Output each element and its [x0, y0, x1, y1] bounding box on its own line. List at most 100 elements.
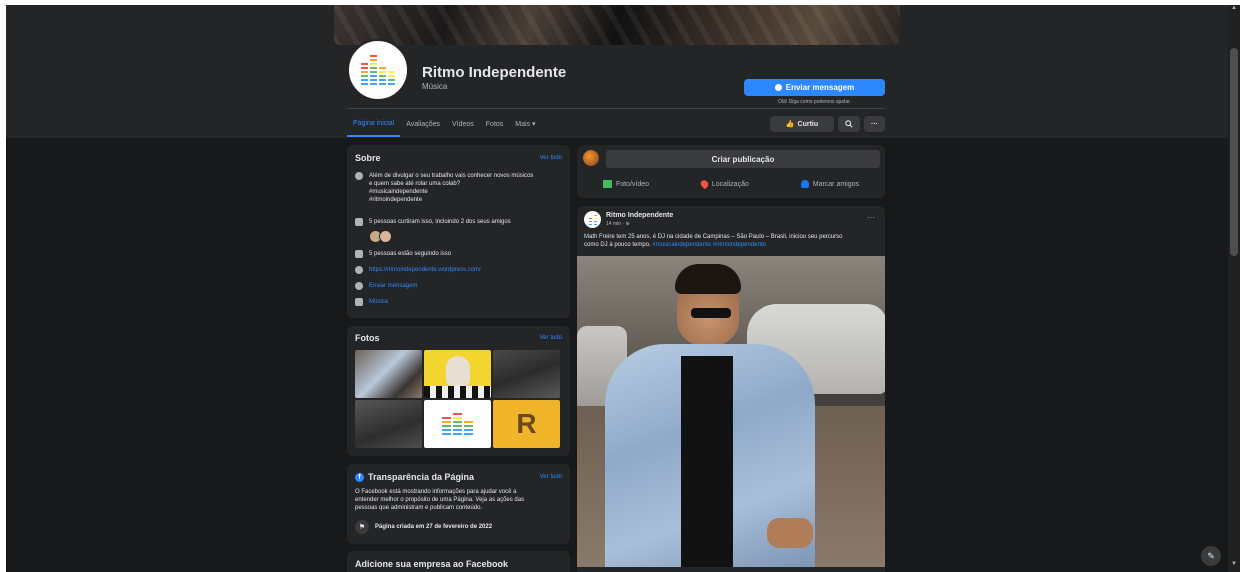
messenger-icon — [774, 84, 782, 91]
messenger-icon — [355, 282, 363, 290]
post-options-button[interactable]: ··· — [867, 213, 875, 222]
about-message-row: Enviar mensagem — [355, 282, 417, 290]
about-send-message-link[interactable]: Enviar mensagem — [369, 282, 417, 290]
equalizer-logo-icon — [588, 214, 597, 225]
transparency-text: O Facebook está mostrando informações pa… — [355, 488, 524, 512]
transparency-text-line: O Facebook está mostrando informações pa… — [355, 489, 517, 495]
globe-icon — [355, 266, 363, 274]
followers-icon — [355, 250, 363, 258]
photo-video-button[interactable]: Foto/vídeo — [602, 180, 649, 188]
equalizer-logo-icon — [361, 55, 395, 85]
transparency-title: Transparência da Página — [368, 472, 475, 482]
add-business-title: Adicione sua empresa ao Facebook — [355, 559, 509, 569]
transparency-header: f Transparência da Página — [355, 472, 474, 482]
post-text: Math Freire tem 25 anos, é DJ na cidade … — [584, 233, 880, 249]
post-timestamp[interactable]: 14 min · ⊕ — [606, 221, 630, 227]
post-author-name[interactable]: Ritmo Independente — [606, 212, 673, 219]
about-category-row: Música — [355, 298, 388, 306]
search-icon — [845, 120, 853, 128]
about-title: Sobre — [355, 153, 381, 163]
post-hashtags[interactable]: #musicaindependente #ritmoindependente — [652, 242, 765, 248]
edit-icon: ✎ — [1207, 550, 1215, 561]
about-description-line: #musicaindependente — [369, 189, 428, 195]
photo-thumbnail[interactable] — [493, 350, 560, 398]
tag-friends-button[interactable]: Marcar amigos — [800, 180, 860, 188]
friends-avatars[interactable] — [369, 230, 392, 243]
like-page-button[interactable]: 👍 Curtiu — [770, 116, 834, 132]
more-options-button[interactable]: ··· — [864, 116, 885, 132]
post-text-line: Math Freire tem 25 anos, é DJ na cidade … — [584, 234, 843, 240]
more-icon: ··· — [871, 120, 878, 128]
like-label: Curtiu — [797, 120, 819, 128]
post-photo[interactable] — [577, 256, 885, 567]
composer-avatar[interactable] — [583, 150, 599, 166]
cover-photo[interactable] — [334, 5, 900, 45]
about-followers-text: 5 pessoas estão seguindo isso — [369, 251, 452, 257]
transparency-text-line: pessoas que administram e publicam conte… — [355, 505, 483, 511]
about-likes-text[interactable]: 5 pessoas curtiram isso, incluindo 2 dos… — [369, 218, 511, 226]
scroll-up-arrow-icon[interactable]: ▲ — [1231, 5, 1237, 11]
send-message-button[interactable]: Enviar mensagem — [744, 79, 885, 96]
facebook-icon: f — [355, 472, 364, 482]
r-logo-letter: R — [516, 408, 537, 439]
photo-thumbnail[interactable] — [424, 400, 491, 448]
tab-more[interactable]: Mais ▾ — [509, 111, 541, 137]
photo-thumbnail[interactable] — [424, 350, 491, 398]
page-avatar[interactable] — [347, 39, 409, 101]
person-sunglasses — [691, 308, 731, 318]
transparency-card: f Transparência da Página Ver tudo O Fac… — [347, 464, 570, 544]
tab-home[interactable]: Página inicial — [347, 111, 401, 137]
location-label: Localização — [711, 180, 749, 188]
scroll-down-arrow-icon[interactable]: ▼ — [1231, 561, 1237, 567]
about-followers-row: 5 pessoas estão seguindo isso — [355, 250, 451, 258]
page-category[interactable]: Música — [422, 82, 447, 91]
search-page-button[interactable] — [838, 116, 860, 132]
about-description-row: Além de divulgar o seu trabalho vais con… — [355, 172, 533, 204]
about-description-line: e quem sabe até rolar uma colab? — [369, 181, 461, 187]
checker-pattern — [424, 386, 491, 398]
send-message-label: Enviar mensagem — [785, 83, 855, 92]
post-author-avatar[interactable] — [584, 211, 601, 228]
about-description: Além de divulgar o seu trabalho vais con… — [369, 172, 533, 204]
photos-title: Fotos — [355, 333, 380, 343]
person-hair — [675, 264, 741, 294]
about-card: Sobre Ver tudo Além de divulgar o seu tr… — [347, 145, 570, 318]
location-button[interactable]: Localização — [699, 178, 749, 190]
info-icon — [355, 172, 363, 180]
tab-photos[interactable]: Fotos — [480, 111, 510, 137]
photo-thumbnail[interactable] — [355, 400, 422, 448]
thumbs-up-icon — [355, 218, 363, 226]
person-hand — [767, 518, 813, 548]
message-hint: Olá! Diga como podemos ajudar. — [778, 99, 851, 105]
scrollbar-thumb[interactable] — [1230, 48, 1238, 256]
transparency-see-all-link[interactable]: Ver tudo — [540, 474, 562, 480]
tab-videos[interactable]: Vídeos — [446, 111, 480, 137]
transparency-text-line: entender melhor o propósito de uma Págin… — [355, 497, 525, 503]
about-website-link[interactable]: https://ritmoindependente.wordpress.com/ — [369, 266, 481, 274]
create-post-label: Criar publicação — [711, 154, 775, 164]
new-message-button[interactable]: ✎ — [1201, 546, 1221, 566]
location-pin-icon — [699, 178, 710, 190]
composer-card: Criar publicação Foto/vídeo Localização … — [577, 145, 885, 198]
post-text-plain: como DJ à pouco tempo. — [584, 242, 653, 248]
portrait-figure — [446, 356, 470, 386]
about-see-all-link[interactable]: Ver tudo — [540, 155, 562, 161]
post-text-line-2: como DJ à pouco tempo. #musicaindependen… — [584, 241, 880, 249]
tag-friends-label: Marcar amigos — [812, 180, 860, 188]
page-title: Ritmo Independente — [422, 64, 567, 81]
about-category-link[interactable]: Música — [369, 298, 388, 306]
create-post-button[interactable]: Criar publicação — [606, 150, 880, 168]
photos-see-all-link[interactable]: Ver tudo — [540, 335, 562, 341]
friend-avatar — [379, 230, 392, 243]
photos-card: Fotos Ver tudo R — [347, 326, 570, 456]
tab-reviews[interactable]: Avaliações — [400, 111, 446, 137]
photo-thumbnail[interactable] — [355, 350, 422, 398]
photo-grid: R — [355, 350, 560, 448]
about-description-line: Além de divulgar o seu trabalho vais con… — [369, 173, 534, 179]
equalizer-logo-icon — [442, 413, 473, 435]
category-icon — [355, 298, 363, 306]
photo-thumbnail[interactable]: R — [493, 400, 560, 448]
header-divider — [347, 108, 885, 109]
page-tabs: Página inicial Avaliações Vídeos Fotos M… — [347, 111, 542, 137]
about-description-line: #ritmoindependente — [369, 197, 423, 203]
